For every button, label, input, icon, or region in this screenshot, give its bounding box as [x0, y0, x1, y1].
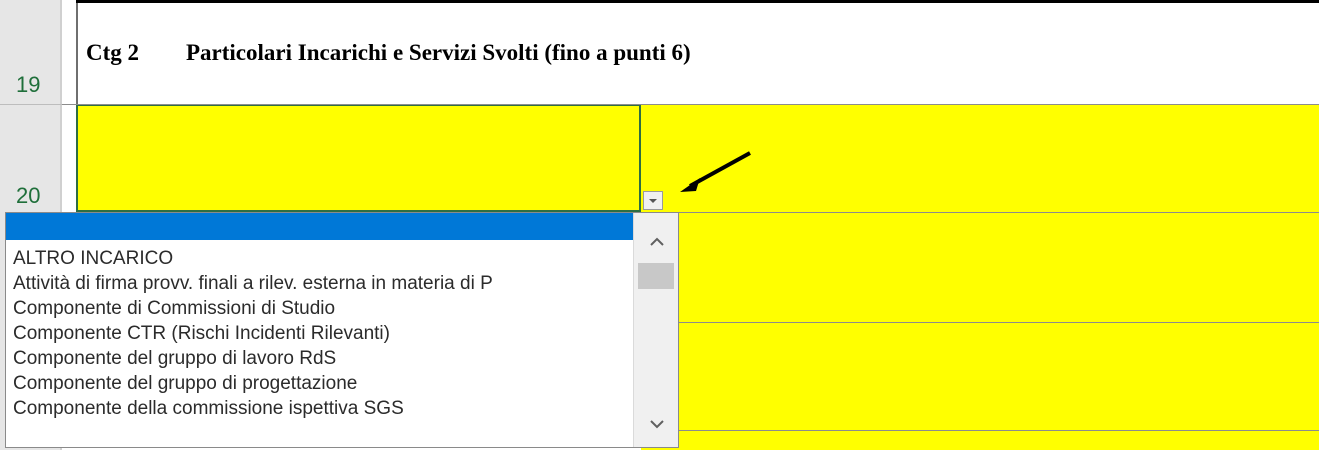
dropdown-selected-item[interactable]: [6, 213, 633, 240]
dropdown-item[interactable]: Componente del gruppo di progettazione: [13, 372, 631, 396]
dropdown-item[interactable]: Componente di Commissioni di Studio: [13, 297, 631, 321]
row-number-20[interactable]: 20: [16, 183, 40, 209]
top-border: [76, 0, 1319, 3]
gridline: [641, 212, 1319, 213]
cell-row22-b[interactable]: [641, 322, 1319, 430]
dropdown-list[interactable]: ALTRO INCARICO Attività di firma provv. …: [5, 212, 679, 448]
scrollbar[interactable]: [633, 213, 678, 447]
gridline: [62, 104, 1319, 105]
dropdown-item[interactable]: Componente CTR (Rischi Incidenti Rilevan…: [13, 322, 631, 346]
scrollbar-thumb[interactable]: [638, 263, 674, 289]
dropdown-item[interactable]: Attività di firma provv. finali a rilev.…: [13, 272, 631, 296]
section-title: Particolari Incarichi e Servizi Svolti (…: [186, 40, 691, 65]
selected-cell[interactable]: [76, 104, 641, 212]
dropdown-arrow-icon: [649, 199, 657, 203]
row-number-19[interactable]: 19: [16, 72, 40, 98]
cell-row23-b[interactable]: [641, 430, 1319, 450]
chevron-up-icon[interactable]: [634, 227, 679, 255]
gridline: [641, 322, 1319, 323]
dropdown-button[interactable]: [643, 191, 663, 210]
cell-row21-b[interactable]: [641, 212, 1319, 322]
dropdown-item[interactable]: Componente della commissione ispettiva S…: [13, 397, 631, 421]
category-label: Ctg 2: [86, 40, 140, 65]
chevron-down-icon[interactable]: [634, 411, 679, 439]
dropdown-item[interactable]: Componente del gruppo di lavoro RdS: [13, 347, 631, 371]
dropdown-item[interactable]: ALTRO INCARICO: [13, 247, 631, 271]
gridline: [641, 430, 1319, 431]
pointer-arrow-icon: [680, 151, 751, 192]
row-header-divider: [0, 104, 62, 105]
